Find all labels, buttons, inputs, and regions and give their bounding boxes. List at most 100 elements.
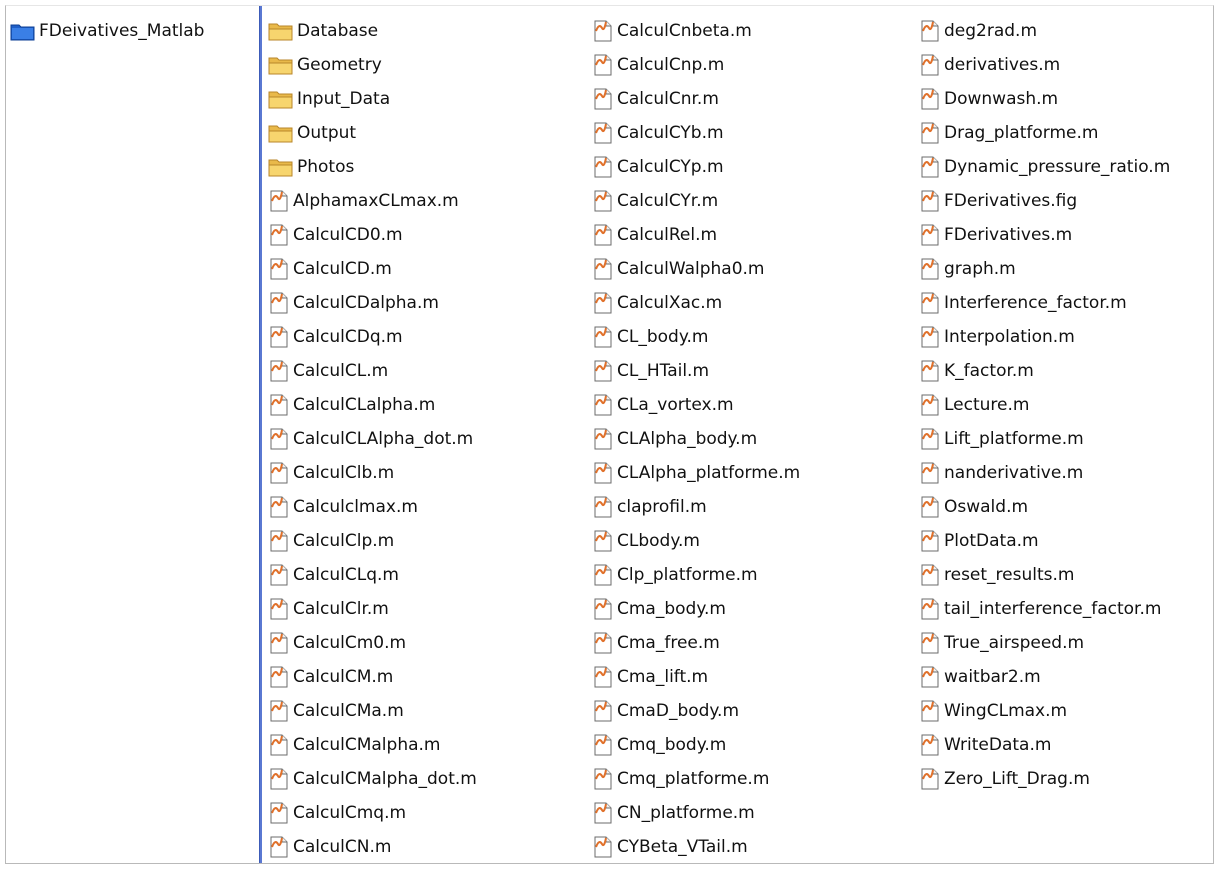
matlab-file-icon [919,767,941,791]
file-item[interactable]: CalculCm0.m [268,630,406,656]
folder-item[interactable]: Geometry [268,52,382,78]
file-item[interactable]: Interference_factor.m [919,290,1127,316]
file-item[interactable]: FDerivatives.m [919,222,1072,248]
matlab-file-icon [592,257,614,281]
file-browser-window: FDeivatives_Matlab Database Geometry Input… [5,5,1214,864]
file-item[interactable]: WingCLmax.m [919,698,1067,724]
file-item[interactable]: Drag_platforme.m [919,120,1098,146]
file-item[interactable]: Cmq_platforme.m [592,766,769,792]
file-item[interactable]: CL_body.m [592,324,708,350]
file-item[interactable]: CalculCDalpha.m [268,290,439,316]
matlab-file-icon [592,427,614,451]
item-label: FDerivatives.fig [944,191,1078,211]
file-item[interactable]: CalculXac.m [592,290,722,316]
file-item[interactable]: CalculCMa.m [268,698,404,724]
file-item[interactable]: CN_platforme.m [592,800,755,826]
folder-item[interactable]: Output [268,120,356,146]
file-item[interactable]: CalculCD.m [268,256,392,282]
file-item[interactable]: Zero_Lift_Drag.m [919,766,1090,792]
file-item[interactable]: CalculCLAlpha_dot.m [268,426,473,452]
matlab-file-icon [268,257,290,281]
file-item[interactable]: CalculCnp.m [592,52,724,78]
file-item[interactable]: graph.m [919,256,1016,282]
file-item[interactable]: CalculCmq.m [268,800,406,826]
item-label: claprofil.m [617,497,707,517]
file-item[interactable]: AlphamaxCLmax.m [268,188,459,214]
file-item[interactable]: Cma_body.m [592,596,726,622]
item-label: tail_interference_factor.m [944,599,1162,619]
item-label: reset_results.m [944,565,1075,585]
file-item[interactable]: Dynamic_pressure_ratio.m [919,154,1170,180]
matlab-file-icon [592,155,614,179]
matlab-file-icon [919,189,941,213]
file-item[interactable]: CmaD_body.m [592,698,739,724]
folder-item[interactable]: Database [268,18,378,44]
file-item[interactable]: Downwash.m [919,86,1058,112]
matlab-file-icon [919,733,941,757]
file-item[interactable]: tail_interference_factor.m [919,596,1161,622]
item-label: Geometry [297,55,382,75]
matlab-file-icon [268,393,290,417]
file-item[interactable]: CalculCLq.m [268,562,399,588]
file-item[interactable]: CalculCDq.m [268,324,403,350]
file-item[interactable]: CalculClb.m [268,460,394,486]
item-label: CalculCD0.m [293,225,403,245]
file-item[interactable]: CalculCYb.m [592,120,724,146]
file-item[interactable]: Cmq_body.m [592,732,726,758]
file-item[interactable]: K_factor.m [919,358,1034,384]
file-item[interactable]: CL_HTail.m [592,358,709,384]
file-item[interactable]: Lift_platforme.m [919,426,1084,452]
file-item[interactable]: CalculWalpha0.m [592,256,764,282]
matlab-file-icon [592,835,614,859]
file-item[interactable]: CLbody.m [592,528,700,554]
file-item[interactable]: PlotData.m [919,528,1039,554]
item-label: PlotData.m [944,531,1039,551]
folder-item[interactable]: Input_Data [268,86,390,112]
file-item[interactable]: claprofil.m [592,494,707,520]
file-item[interactable]: FDerivatives.fig [919,188,1077,214]
file-item[interactable]: nanderivative.m [919,460,1083,486]
file-item[interactable]: CalculClr.m [268,596,389,622]
file-item[interactable]: CalculCMalpha.m [268,732,440,758]
file-item[interactable]: CalculCMalpha_dot.m [268,766,477,792]
file-item[interactable]: deg2rad.m [919,18,1037,44]
file-item[interactable]: CLAlpha_body.m [592,426,757,452]
item-label: CalculCMalpha.m [293,735,441,755]
file-item[interactable]: CalculClp.m [268,528,394,554]
file-item[interactable]: Calculclmax.m [268,494,418,520]
item-label: WingCLmax.m [944,701,1068,721]
file-item[interactable]: CalculRel.m [592,222,717,248]
file-item[interactable]: CalculCN.m [268,834,391,860]
file-item[interactable]: CalculCL.m [268,358,388,384]
matlab-file-icon [919,53,941,77]
file-item[interactable]: True_airspeed.m [919,630,1084,656]
item-label: CalculCYp.m [617,157,724,177]
item-label: CalculCDalpha.m [293,293,439,313]
item-label: Input_Data [297,89,391,109]
file-item[interactable]: CalculCnr.m [592,86,719,112]
file-item[interactable]: Cma_free.m [592,630,720,656]
matlab-file-icon [919,155,941,179]
file-item[interactable]: CalculCLalpha.m [268,392,435,418]
file-item[interactable]: Clp_platforme.m [592,562,758,588]
file-item[interactable]: CLa_vortex.m [592,392,734,418]
file-item[interactable]: CalculCYp.m [592,154,724,180]
file-item[interactable]: CYBeta_VTail.m [592,834,748,860]
file-item[interactable]: CalculCYr.m [592,188,718,214]
file-item[interactable]: Interpolation.m [919,324,1075,350]
file-item[interactable]: CalculCD0.m [268,222,403,248]
folder-item[interactable]: Photos [268,154,354,180]
file-item[interactable]: CLAlpha_platforme.m [592,460,800,486]
item-label: CalculRel.m [617,225,718,245]
file-item[interactable]: derivatives.m [919,52,1060,78]
tree-item-root-folder[interactable]: FDeivatives_Matlab [10,18,204,44]
file-item[interactable]: waitbar2.m [919,664,1041,690]
file-item[interactable]: Oswald.m [919,494,1028,520]
file-item[interactable]: CalculCM.m [268,664,393,690]
matlab-file-icon [919,597,941,621]
file-item[interactable]: reset_results.m [919,562,1074,588]
file-item[interactable]: CalculCnbeta.m [592,18,752,44]
file-item[interactable]: WriteData.m [919,732,1051,758]
file-item[interactable]: Lecture.m [919,392,1029,418]
file-item[interactable]: Cma_lift.m [592,664,708,690]
